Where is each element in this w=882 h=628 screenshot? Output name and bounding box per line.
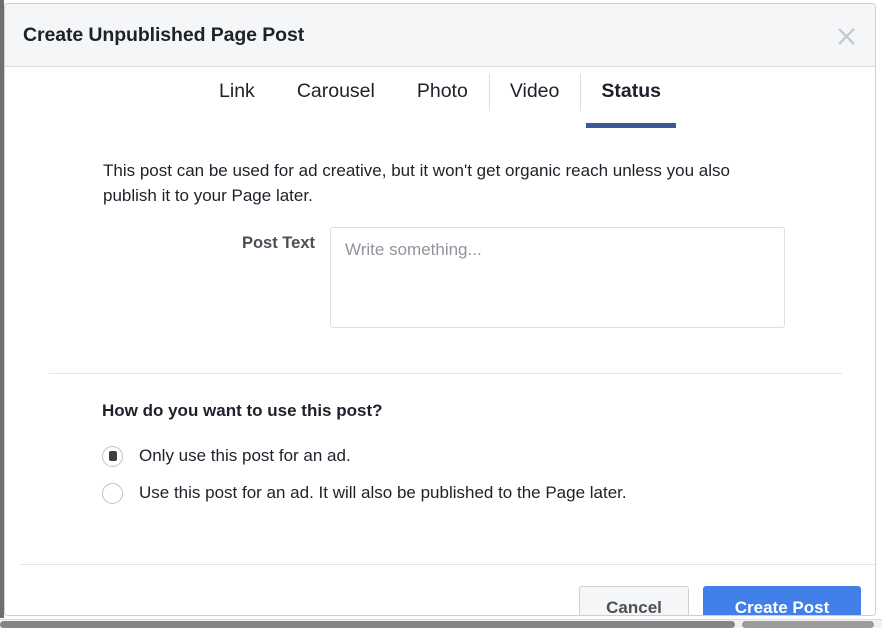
create-post-button[interactable]: Create Post [703,586,861,616]
footer-actions: Cancel Create Post [579,586,861,616]
radio-option-label: Use this post for an ad. It will also be… [139,483,627,503]
tab-photo[interactable]: Photo [396,67,489,125]
tab-status[interactable]: Status [580,67,682,125]
page-title: Create Unpublished Page Post [23,24,304,47]
intro-description: This post can be used for ad creative, b… [103,158,753,208]
section-divider [49,373,842,374]
footer-divider [20,564,875,565]
tab-video[interactable]: Video [489,67,581,125]
radio-option-0[interactable]: Only use this post for an ad. [102,438,802,474]
close-button[interactable] [831,21,861,51]
post-text-field-row: Post Text [5,228,875,338]
dialog-body: This post can be used for ad creative, b… [5,138,875,564]
horizontal-scrollbar-thumb-secondary[interactable] [742,621,874,628]
create-unpublished-page-post-dialog: Create Unpublished Page Post LinkCarouse… [4,3,876,616]
radio-unselected-icon[interactable] [102,483,123,504]
radio-selected-icon[interactable] [102,446,123,467]
tab-link[interactable]: Link [198,67,276,125]
dialog-footer: Cancel Create Post [5,564,875,616]
horizontal-scrollbar-thumb[interactable] [0,621,735,628]
post-text-input[interactable] [330,227,785,328]
radio-option-label: Only use this post for an ad. [139,446,351,466]
cancel-button[interactable]: Cancel [579,586,689,616]
tab-carousel[interactable]: Carousel [276,67,396,125]
usage-question-label: How do you want to use this post? [102,401,383,421]
dialog-header: Create Unpublished Page Post [5,4,875,67]
browser-viewport: Create Unpublished Page Post LinkCarouse… [0,0,882,628]
post-usage-radio-group: Only use this post for an ad. Use this po… [102,438,802,511]
close-icon [837,27,856,46]
radio-option-1[interactable]: Use this post for an ad. It will also be… [102,475,802,511]
post-text-label: Post Text [5,234,315,253]
vertical-scrollbar-track[interactable] [875,0,882,618]
horizontal-scrollbar-track[interactable] [0,619,882,628]
post-type-tabs: LinkCarouselPhotoVideoStatus [5,67,875,138]
